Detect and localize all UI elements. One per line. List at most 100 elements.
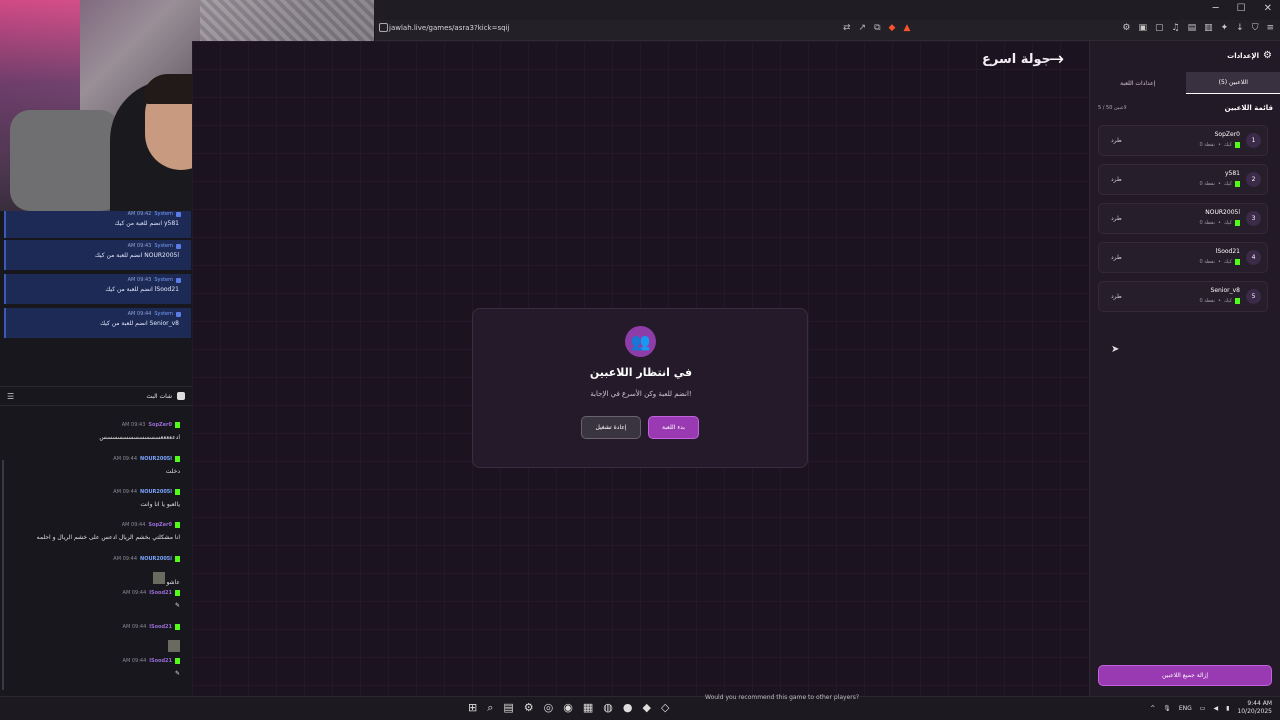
player-row: 5 Senior_v8 0 نقطة • كيك طرد bbox=[1098, 281, 1268, 312]
player-platform: كيك bbox=[1223, 220, 1232, 226]
system-message: AM 09:43 System NOUR2005l انضم للعبة من ك… bbox=[4, 240, 191, 270]
clock[interactable]: 9:44 AM 10/20/2025 bbox=[1237, 700, 1272, 716]
player-row: 2 y581 0 نقطة • كيك طرد bbox=[1098, 164, 1268, 195]
steam-icon[interactable]: ◎ bbox=[544, 701, 554, 715]
brave-shield-icon[interactable]: ◆ bbox=[889, 23, 896, 33]
message-text: يالعبو يا انا وانت bbox=[140, 501, 180, 508]
chat-header: ☰ شات البث bbox=[0, 386, 192, 406]
system-icon bbox=[176, 211, 181, 217]
message-time: AM 09:44 bbox=[113, 456, 138, 462]
player-name: SopZer0 bbox=[1214, 131, 1240, 138]
extension-icon[interactable]: ⚙ bbox=[1122, 23, 1130, 33]
share-icon[interactable]: ↗ bbox=[859, 23, 867, 33]
maximize-icon[interactable]: ☐ bbox=[1237, 3, 1246, 14]
system-tray: ^ 🎙 ENG ▭ ◀ ▮ 9:44 AM 10/20/2025 bbox=[1150, 700, 1272, 716]
screenshot-icon[interactable]: ▣ bbox=[1138, 23, 1147, 33]
window-icon[interactable]: ▢ bbox=[1155, 23, 1164, 33]
tab-game-settings[interactable]: إعدادات اللعبة bbox=[1090, 72, 1186, 94]
message-text: عاشو bbox=[166, 579, 180, 586]
kick-player-button[interactable]: طرد bbox=[1111, 254, 1122, 261]
username[interactable]: lSood21 bbox=[149, 590, 172, 596]
menu-icon[interactable]: ≡ bbox=[1266, 23, 1274, 33]
player-number: 5 bbox=[1246, 289, 1261, 304]
brave-rewards-icon[interactable]: ▲ bbox=[903, 23, 910, 33]
address-bar[interactable]: jawlah.live/games/asra3?kick=sqij ⇄ ↗ ⧉ … bbox=[375, 20, 1280, 41]
puzzle-icon[interactable]: ✦ bbox=[1221, 23, 1229, 33]
language-indicator[interactable]: ENG bbox=[1179, 705, 1192, 712]
panel-title: الإعدادات bbox=[1227, 51, 1260, 60]
chat-scrollbar[interactable] bbox=[2, 460, 4, 690]
player-points: 0 نقطة bbox=[1199, 181, 1215, 187]
music-icon[interactable]: ♫ bbox=[1171, 23, 1179, 33]
download-icon[interactable]: ↓ bbox=[1236, 23, 1244, 33]
kick-badge-icon bbox=[175, 422, 180, 428]
kick-player-button[interactable]: طرد bbox=[1111, 215, 1122, 222]
message-time: AM 09:42 bbox=[127, 211, 152, 217]
translate-icon[interactable]: ⇄ bbox=[843, 23, 851, 33]
back-arrow-icon[interactable]: → bbox=[1049, 49, 1064, 70]
kick-badge-icon bbox=[175, 556, 180, 562]
close-icon[interactable]: ✕ bbox=[1264, 3, 1272, 14]
message-text: ادعععععسسسسسسسسسسس bbox=[99, 434, 180, 441]
username[interactable]: lSood21 bbox=[149, 658, 172, 664]
url-text[interactable]: jawlah.live/games/asra3?kick=sqij bbox=[389, 24, 509, 32]
minimize-icon[interactable]: ─ bbox=[1213, 3, 1219, 14]
panel-header: الإعدادات ⚙ bbox=[1227, 50, 1272, 61]
system-tag: System bbox=[154, 277, 173, 283]
remove-all-players-button[interactable]: إزالة جميع اللاعبين bbox=[1098, 665, 1272, 686]
bookmark-icon[interactable]: ⧉ bbox=[874, 23, 880, 33]
username[interactable]: SopZer0 bbox=[148, 522, 172, 528]
system-message: AM 09:44 System Senior_v8 انضم للعبة من ك… bbox=[4, 308, 191, 338]
emote-icon bbox=[168, 640, 180, 652]
kick-badge-icon bbox=[175, 489, 180, 495]
player-points: 0 نقطة bbox=[1199, 298, 1215, 304]
username[interactable]: NOUR2005l bbox=[140, 556, 172, 562]
network-icon[interactable]: ▭ bbox=[1200, 705, 1206, 712]
system-icon bbox=[176, 311, 181, 317]
search-icon[interactable]: ⌕ bbox=[487, 701, 493, 715]
windows-start-icon[interactable]: ⊞ bbox=[468, 701, 477, 715]
message-text: انا مشكلتي بخشم الريال ادعس على خشم الري… bbox=[36, 534, 180, 541]
brave-icon[interactable]: ◆ bbox=[643, 701, 651, 715]
sidebar-icon[interactable]: ▥ bbox=[1204, 23, 1213, 33]
tab-players[interactable]: اللاعبين (5) bbox=[1185, 72, 1280, 94]
chat-menu-icon[interactable]: ☰ bbox=[7, 392, 14, 401]
obs-icon[interactable]: ● bbox=[623, 701, 633, 715]
kick-player-button[interactable]: طرد bbox=[1111, 176, 1122, 183]
chrome-icon[interactable]: ◍ bbox=[603, 701, 613, 715]
username[interactable]: NOUR2005l bbox=[140, 489, 172, 495]
restart-button[interactable]: إعادة تشغيل bbox=[581, 416, 641, 439]
system-tag: System bbox=[154, 311, 173, 317]
site-info-icon[interactable] bbox=[379, 23, 388, 32]
chevron-up-icon[interactable]: ^ bbox=[1150, 705, 1155, 712]
settings-icon[interactable]: ⚙ bbox=[524, 701, 534, 715]
file-explorer-icon[interactable]: ▤ bbox=[503, 701, 513, 715]
app-icon[interactable]: ▦ bbox=[583, 701, 593, 715]
chat-message: AM 09:44 NOUR2005l يالعبو يا انا وانت bbox=[113, 489, 180, 508]
message-text: NOUR2005l انضم للعبة من كيك bbox=[94, 252, 179, 259]
chat-messages: AM 09:43 SopZer0 ادعععععسسسسسسسسسسس AM 09… bbox=[4, 410, 190, 690]
message-text: دخلت bbox=[165, 468, 180, 475]
players-count: 5 / 50 لاعبين bbox=[1098, 105, 1127, 111]
username[interactable]: SopZer0 bbox=[148, 422, 172, 428]
shield-icon[interactable]: ⛉ bbox=[1252, 23, 1259, 33]
username[interactable]: lSood21 bbox=[149, 624, 172, 630]
chat-message: AM 09:43 SopZer0 ادعععععسسسسسسسسسسس bbox=[99, 422, 180, 441]
start-game-button[interactable]: بدء اللعبة bbox=[648, 416, 699, 439]
discord-icon[interactable]: ◉ bbox=[563, 701, 573, 715]
volume-icon[interactable]: ◀ bbox=[1213, 705, 1218, 712]
kick-player-button[interactable]: طرد bbox=[1111, 293, 1122, 300]
microphone-icon[interactable]: 🎙 bbox=[1163, 705, 1171, 712]
taskbar-caption: Would you recommend this game to other p… bbox=[705, 694, 860, 701]
kick-player-button[interactable]: طرد bbox=[1111, 137, 1122, 144]
battery-icon[interactable]: ▮ bbox=[1226, 705, 1229, 712]
wallet-icon[interactable]: ▤ bbox=[1188, 23, 1197, 33]
window-controls: ─ ☐ ✕ bbox=[1213, 3, 1272, 14]
waiting-subtitle: انضم للعبة وكن الأسرع في الإجابة! bbox=[590, 390, 692, 398]
game-area: → جولة اسرع 👥 في انتظار اللاعبين انضم لل… bbox=[192, 41, 1088, 696]
app-icon[interactable]: ◇ bbox=[661, 701, 669, 715]
kick-badge-icon bbox=[1235, 142, 1240, 148]
message-time: AM 09:43 bbox=[127, 243, 152, 249]
player-number: 1 bbox=[1246, 133, 1261, 148]
username[interactable]: NOUR2005l bbox=[140, 456, 172, 462]
